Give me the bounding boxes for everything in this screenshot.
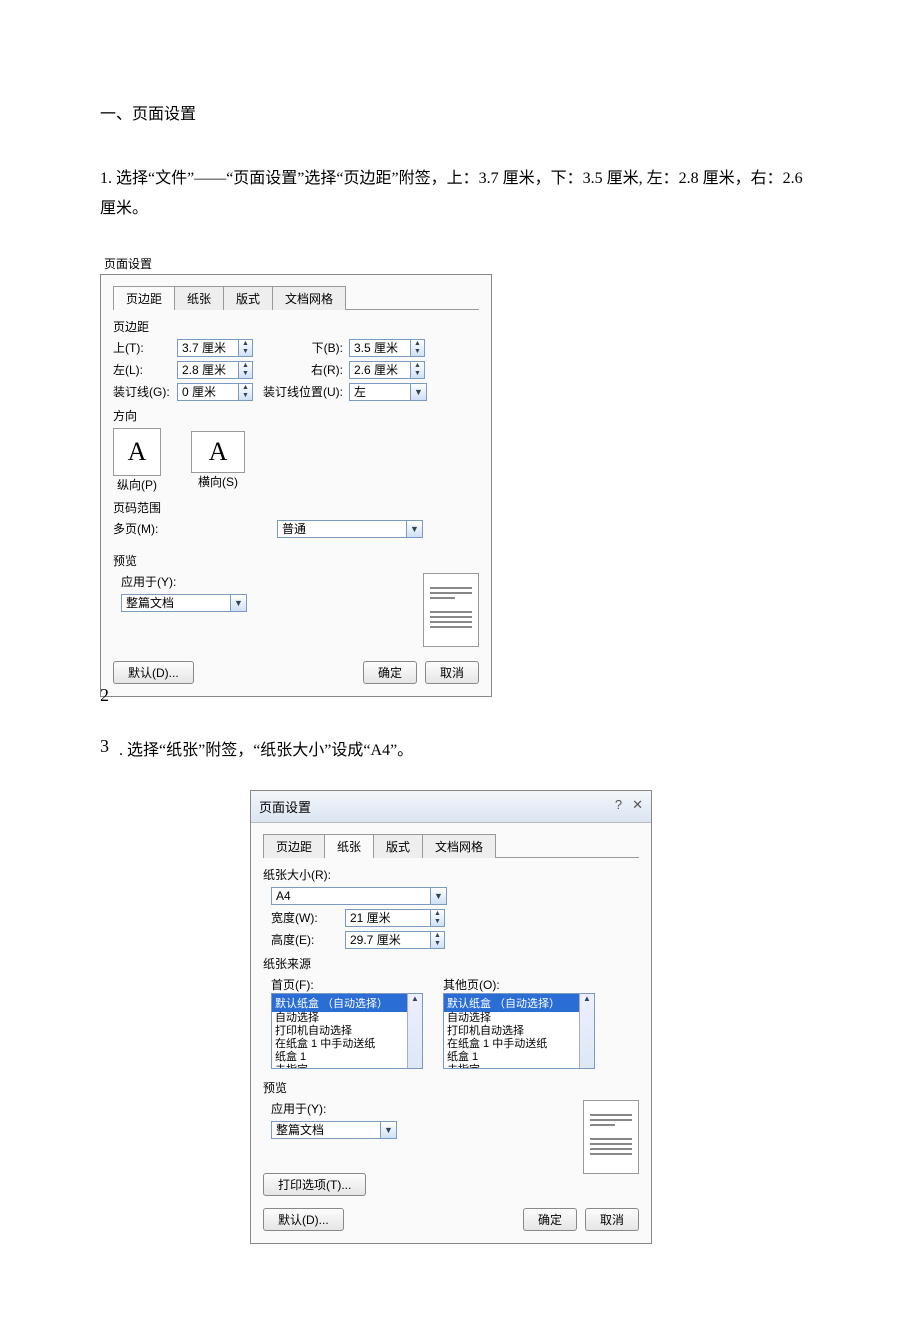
list-item[interactable]: 在纸盒 1 中手动送纸 (444, 1038, 594, 1051)
left-input[interactable]: 2.8 厘米 (177, 361, 239, 379)
list-item[interactable]: 纸盒 1 (444, 1051, 594, 1064)
gutterpos-label: 装订线位置(U): (253, 383, 349, 400)
list-item[interactable]: 自动选择 (444, 1012, 594, 1025)
paper-size-select[interactable]: A4 (271, 887, 431, 905)
right-label: 右(R): (253, 361, 349, 378)
dialog2-title: 页面设置 (259, 797, 311, 816)
tab-layout[interactable]: 版式 (223, 286, 273, 310)
tab-paper[interactable]: 纸张 (324, 834, 374, 858)
applyto-select[interactable]: 整篇文档 (271, 1121, 381, 1139)
chevron-down-icon[interactable]: ▼ (231, 594, 247, 612)
chevron-down-icon[interactable]: ▼ (407, 520, 423, 538)
landscape-option[interactable]: A (191, 431, 245, 473)
height-label: 高度(E): (271, 931, 345, 948)
multipage-label: 多页(M): (113, 520, 177, 537)
group-pages: 页码范围 (113, 499, 479, 516)
multipage-select[interactable]: 普通 (277, 520, 407, 538)
tab-grid[interactable]: 文档网格 (422, 834, 496, 858)
otherpages-label: 其他页(O): (443, 976, 595, 993)
applyto-label: 应用于(Y): (271, 1100, 583, 1117)
spinner-icon[interactable]: ▲▼ (431, 931, 445, 949)
ok-button[interactable]: 确定 (363, 661, 417, 684)
list-marker-3: 3 (100, 736, 109, 757)
group-paper-source: 纸张来源 (263, 955, 639, 972)
width-label: 宽度(W): (271, 909, 345, 926)
group-orientation: 方向 (113, 407, 479, 424)
tab-margins[interactable]: 页边距 (263, 834, 325, 858)
cancel-button[interactable]: 取消 (585, 1208, 639, 1231)
spinner-icon[interactable]: ▲▼ (239, 361, 253, 379)
list-item[interactable]: 纸盒 1 (272, 1051, 422, 1064)
spinner-icon[interactable]: ▲▼ (411, 339, 425, 357)
preview-thumbnail (583, 1100, 639, 1174)
chevron-down-icon[interactable]: ▼ (381, 1121, 397, 1139)
right-input[interactable]: 2.6 厘米 (349, 361, 411, 379)
top-input[interactable]: 3.7 厘米 (177, 339, 239, 357)
step-3-text: . 选择“纸张”附签，“纸张大小”设成“A4”。 (119, 736, 413, 760)
list-item[interactable]: 打印机自动选择 (444, 1025, 594, 1038)
chevron-down-icon[interactable]: ▼ (411, 383, 427, 401)
paper-size-label: 纸张大小(R): (263, 866, 639, 883)
close-icon[interactable]: ✕ (632, 797, 643, 816)
tab-margins[interactable]: 页边距 (113, 286, 175, 310)
group-preview: 预览 (113, 552, 479, 569)
top-label: 上(T): (113, 339, 177, 356)
dialog1-title: 页面设置 (104, 255, 492, 272)
tab-paper[interactable]: 纸张 (174, 286, 224, 310)
gutter-label: 装订线(G): (113, 383, 177, 400)
tab-layout[interactable]: 版式 (373, 834, 423, 858)
group-preview: 预览 (263, 1079, 639, 1096)
default-button[interactable]: 默认(D)... (263, 1208, 344, 1231)
gutterpos-select[interactable]: 左 (349, 383, 411, 401)
spinner-icon[interactable]: ▲▼ (411, 361, 425, 379)
group-margins: 页边距 (113, 318, 479, 335)
portrait-label: 纵向(P) (113, 476, 161, 493)
spinner-icon[interactable]: ▲▼ (239, 383, 253, 401)
left-label: 左(L): (113, 361, 177, 378)
list-item[interactable]: 打印机自动选择 (272, 1025, 422, 1038)
firstpage-list[interactable]: 默认纸盒 （自动选择） 自动选择 打印机自动选择 在纸盒 1 中手动送纸 纸盒 … (271, 993, 423, 1069)
width-input[interactable]: 21 厘米 (345, 909, 431, 927)
applyto-label: 应用于(Y): (121, 573, 423, 590)
landscape-label: 横向(S) (191, 473, 245, 490)
otherpages-list[interactable]: 默认纸盒 （自动选择） 自动选择 打印机自动选择 在纸盒 1 中手动送纸 纸盒 … (443, 993, 595, 1069)
list-item[interactable]: 默认纸盒 （自动选择） (272, 994, 422, 1012)
preview-thumbnail (423, 573, 479, 647)
chevron-down-icon[interactable]: ▼ (431, 887, 447, 905)
list-item[interactable]: 未指定 (272, 1064, 422, 1069)
portrait-option[interactable]: A (113, 428, 161, 476)
cancel-button[interactable]: 取消 (425, 661, 479, 684)
list-item[interactable]: 在纸盒 1 中手动送纸 (272, 1038, 422, 1051)
section-heading: 一、页面设置 (100, 100, 820, 124)
bottom-label: 下(B): (253, 339, 349, 356)
gutter-input[interactable]: 0 厘米 (177, 383, 239, 401)
height-input[interactable]: 29.7 厘米 (345, 931, 431, 949)
page-setup-dialog-1: 页边距 纸张 版式 文档网格 页边距 上(T): 3.7 厘米 ▲▼ 下(B):… (100, 274, 492, 697)
spinner-icon[interactable]: ▲▼ (239, 339, 253, 357)
default-button[interactable]: 默认(D)... (113, 661, 194, 684)
help-icon[interactable]: ? (615, 797, 622, 816)
ok-button[interactable]: 确定 (523, 1208, 577, 1231)
firstpage-label: 首页(F): (271, 976, 423, 993)
print-options-button[interactable]: 打印选项(T)... (263, 1173, 366, 1196)
tab-grid[interactable]: 文档网格 (272, 286, 346, 310)
spinner-icon[interactable]: ▲▼ (431, 909, 445, 927)
bottom-input[interactable]: 3.5 厘米 (349, 339, 411, 357)
step-1-text: 1. 选择“文件”——“页面设置”选择“页边距”附签，上：3.7 厘米，下：3.… (100, 164, 820, 225)
applyto-select[interactable]: 整篇文档 (121, 594, 231, 612)
list-item[interactable]: 自动选择 (272, 1012, 422, 1025)
list-item[interactable]: 默认纸盒 （自动选择） (444, 994, 594, 1012)
page-setup-dialog-2: 页面设置 ? ✕ 页边距 纸张 版式 文档网格 纸张大小(R): A4 ▼ 宽度… (250, 790, 652, 1244)
list-item[interactable]: 未指定 (444, 1064, 594, 1069)
